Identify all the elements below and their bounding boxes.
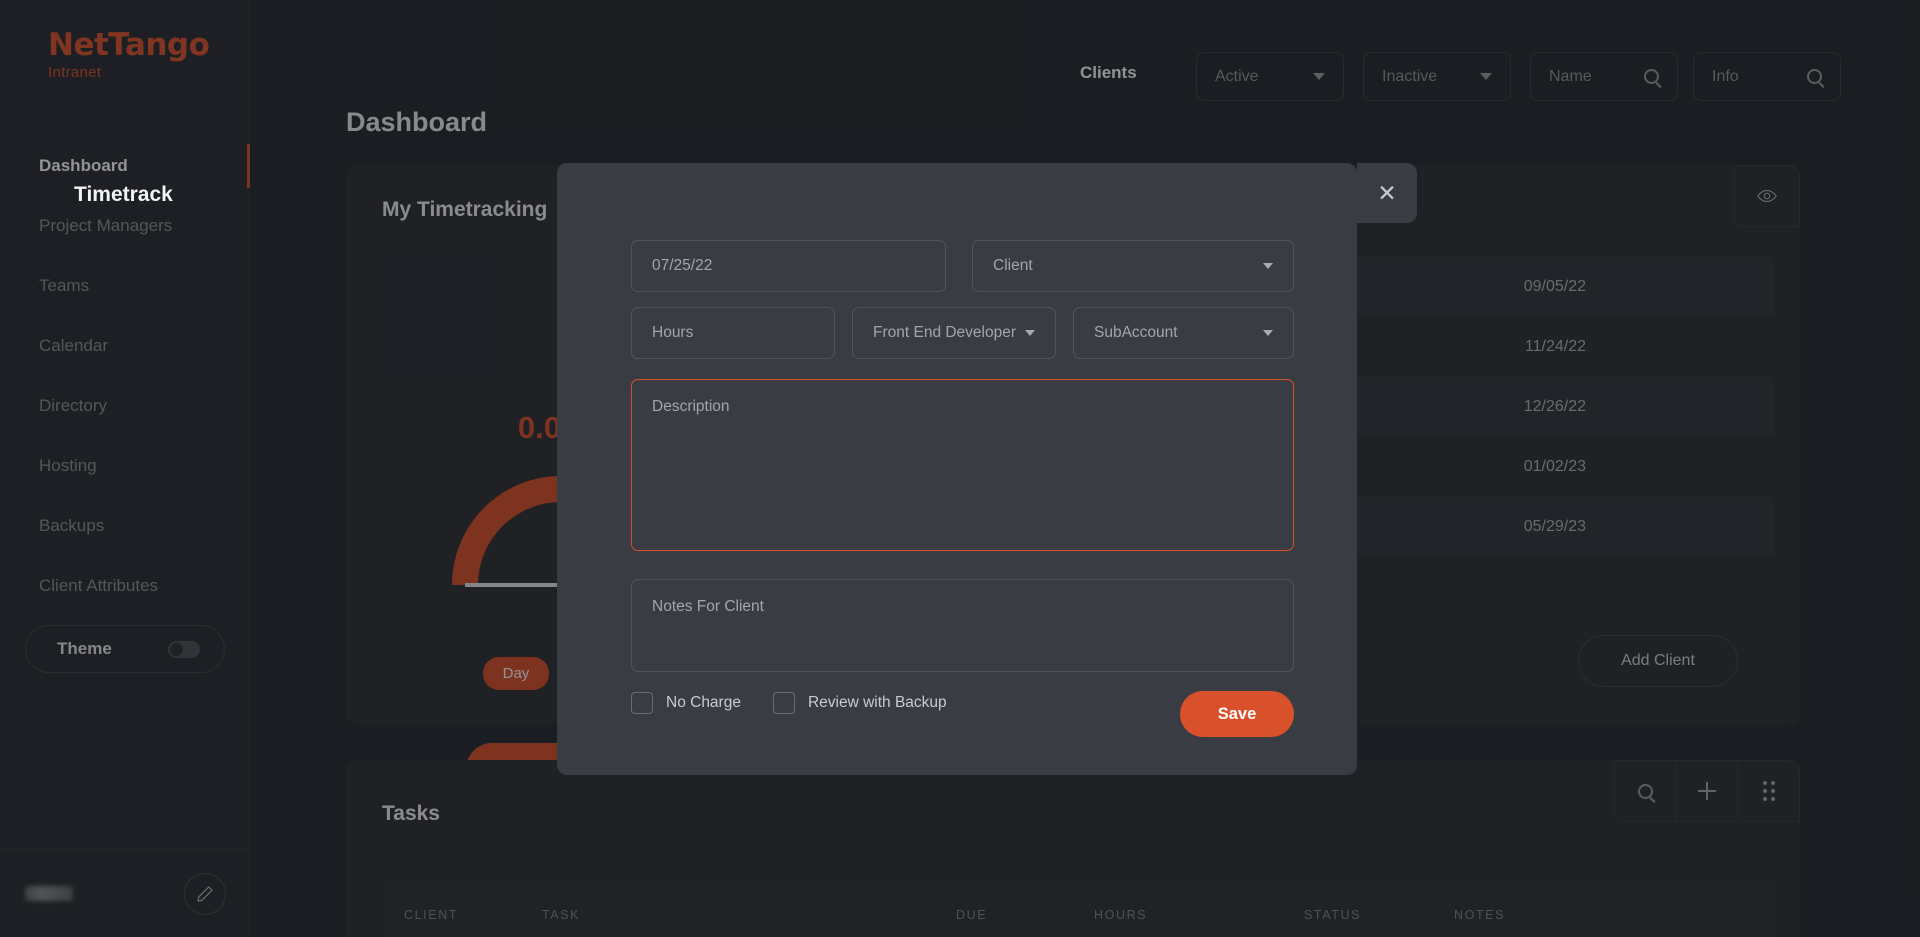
date-value: 07/25/22 [652, 257, 713, 274]
review-with-backup-label: Review with Backup [807, 694, 947, 711]
chevron-down-icon [1025, 330, 1035, 336]
hours-input[interactable]: Hours [631, 307, 835, 359]
client-select[interactable]: Client [972, 240, 1294, 292]
app-root: NetTango Intranet Dashboard Project Mana… [0, 0, 1920, 937]
role-select-value: Front End Developer [873, 324, 1017, 341]
chevron-down-icon [1263, 330, 1273, 336]
save-button[interactable]: Save [1180, 691, 1294, 737]
notes-placeholder: Notes For Client [652, 598, 764, 615]
subaccount-select[interactable]: SubAccount [1073, 307, 1294, 359]
no-charge-label: No Charge [666, 694, 741, 711]
close-modal-button[interactable]: ✕ [1357, 163, 1417, 223]
chevron-down-icon [1263, 263, 1273, 269]
notes-for-client-textarea[interactable]: Notes For Client [631, 579, 1294, 672]
close-icon: ✕ [1377, 179, 1397, 206]
description-placeholder: Description [652, 398, 730, 415]
subaccount-select-value: SubAccount [1094, 324, 1178, 341]
no-charge-checkbox[interactable] [631, 692, 653, 714]
modal-title: Timetrack [74, 183, 173, 206]
hours-placeholder: Hours [652, 324, 694, 341]
client-select-value: Client [993, 257, 1033, 274]
description-textarea[interactable]: Description [631, 379, 1294, 551]
modal-checkbox-row: No Charge Review with Backup [631, 692, 979, 714]
role-select[interactable]: Front End Developer [852, 307, 1056, 359]
review-with-backup-checkbox[interactable] [772, 692, 795, 714]
date-input[interactable]: 07/25/22 [631, 240, 946, 292]
